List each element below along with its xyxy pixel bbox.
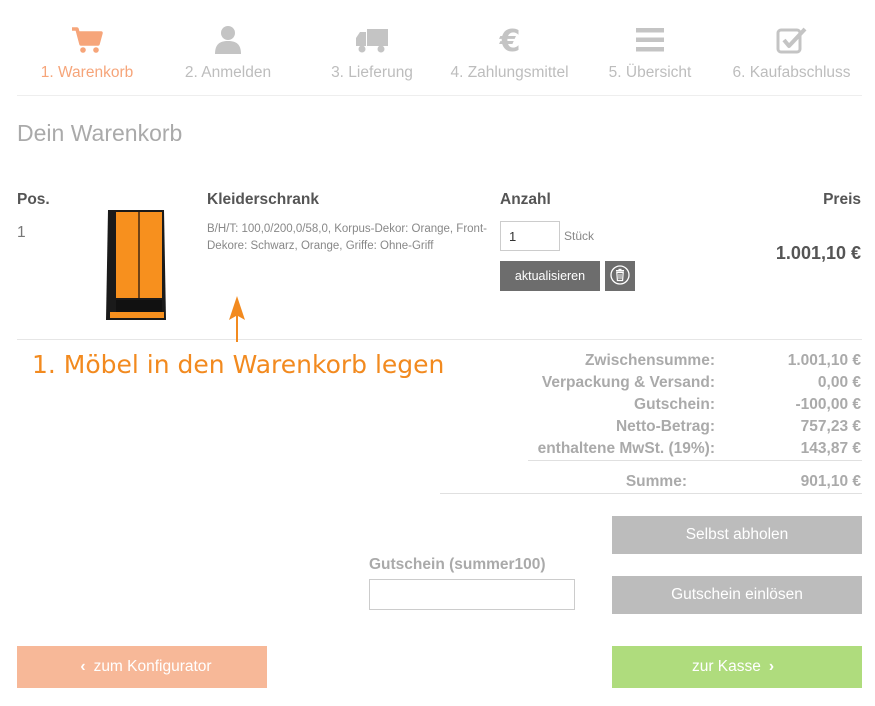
step-uebersicht[interactable]: 5. Übersicht <box>595 20 705 82</box>
vat-label: enthaltene MwSt. (19%): <box>537 440 715 457</box>
delete-button[interactable] <box>605 261 635 291</box>
vat-value: 143,87 € <box>800 440 861 457</box>
euro-icon: € <box>447 20 572 60</box>
col-header-pos: Pos. <box>17 191 50 208</box>
pickup-button[interactable]: Selbst abholen <box>612 516 862 554</box>
shipping-value: 0,00 € <box>817 374 861 391</box>
voucher-label: Gutschein: <box>634 396 715 413</box>
list-icon <box>595 20 705 60</box>
back-button-label: zum Konfigurator <box>93 658 212 675</box>
coupon-label: Gutschein (summer100) <box>369 556 546 573</box>
step-label: 3. Lieferung <box>331 64 413 81</box>
redeem-coupon-button[interactable]: Gutschein einlösen <box>612 576 862 614</box>
quantity-unit: Stück <box>564 229 595 243</box>
net-value: 757,23 € <box>800 418 861 435</box>
subtotal-value: 1.001,10 € <box>787 352 861 369</box>
arrow-up-icon <box>228 296 246 347</box>
row-price: 1.001,10 € <box>775 243 861 263</box>
checkout-steps: 1. Warenkorb 2. Anmelden 3. Lieferung € <box>17 0 862 96</box>
trash-icon <box>610 264 630 288</box>
page-title: Dein Warenkorb <box>17 120 183 146</box>
step-warenkorb[interactable]: 1. Warenkorb <box>37 20 137 82</box>
divider <box>528 460 862 461</box>
truck-icon <box>317 20 427 60</box>
step-label: 4. Zahlungsmittel <box>450 64 569 81</box>
annotation-text: 1. Möbel in den Warenkorb legen <box>32 350 445 379</box>
product-image[interactable] <box>104 208 168 329</box>
step-label: 1. Warenkorb <box>40 64 134 81</box>
row-position: 1 <box>17 224 26 241</box>
checkout-button[interactable]: zur Kasse › <box>612 646 862 688</box>
col-header-qty: Anzahl <box>500 191 551 208</box>
update-button[interactable]: aktualisieren <box>500 261 600 291</box>
quantity-input[interactable] <box>500 221 560 251</box>
step-label: 6. Kaufabschluss <box>732 64 851 81</box>
user-icon <box>173 20 283 60</box>
cart-icon <box>37 20 137 60</box>
net-label: Netto-Betrag: <box>615 418 715 435</box>
step-zahlungsmittel[interactable]: € 4. Zahlungsmittel <box>447 20 572 82</box>
sum-label: Summe: <box>625 473 687 490</box>
chevron-left-icon: ‹ <box>80 658 86 675</box>
shipping-label: Verpackung & Versand: <box>541 374 715 391</box>
step-anmelden[interactable]: 2. Anmelden <box>173 20 283 82</box>
voucher-value: -100,00 € <box>795 396 862 413</box>
step-kaufabschluss[interactable]: 6. Kaufabschluss <box>729 20 854 82</box>
chevron-right-icon: › <box>768 658 775 675</box>
product-description: B/H/T: 100,0/200,0/58,0, Korpus-Dekor: O… <box>207 223 487 252</box>
divider <box>440 493 862 494</box>
checkbox-icon <box>729 20 854 60</box>
sum-value: 901,10 € <box>800 473 861 490</box>
step-lieferung[interactable]: 3. Lieferung <box>317 20 427 82</box>
subtotal-label: Zwischensumme: <box>584 352 715 369</box>
coupon-input[interactable] <box>369 579 575 610</box>
col-header-price: Preis <box>823 191 861 208</box>
checkout-button-label: zur Kasse <box>691 658 761 675</box>
svg-text:€: € <box>498 25 520 55</box>
step-label: 2. Anmelden <box>184 64 272 81</box>
divider <box>17 339 862 340</box>
step-label: 5. Übersicht <box>608 64 692 81</box>
col-header-product: Kleiderschrank <box>207 191 319 208</box>
back-to-configurator-button[interactable]: ‹ zum Konfigurator <box>17 646 267 688</box>
